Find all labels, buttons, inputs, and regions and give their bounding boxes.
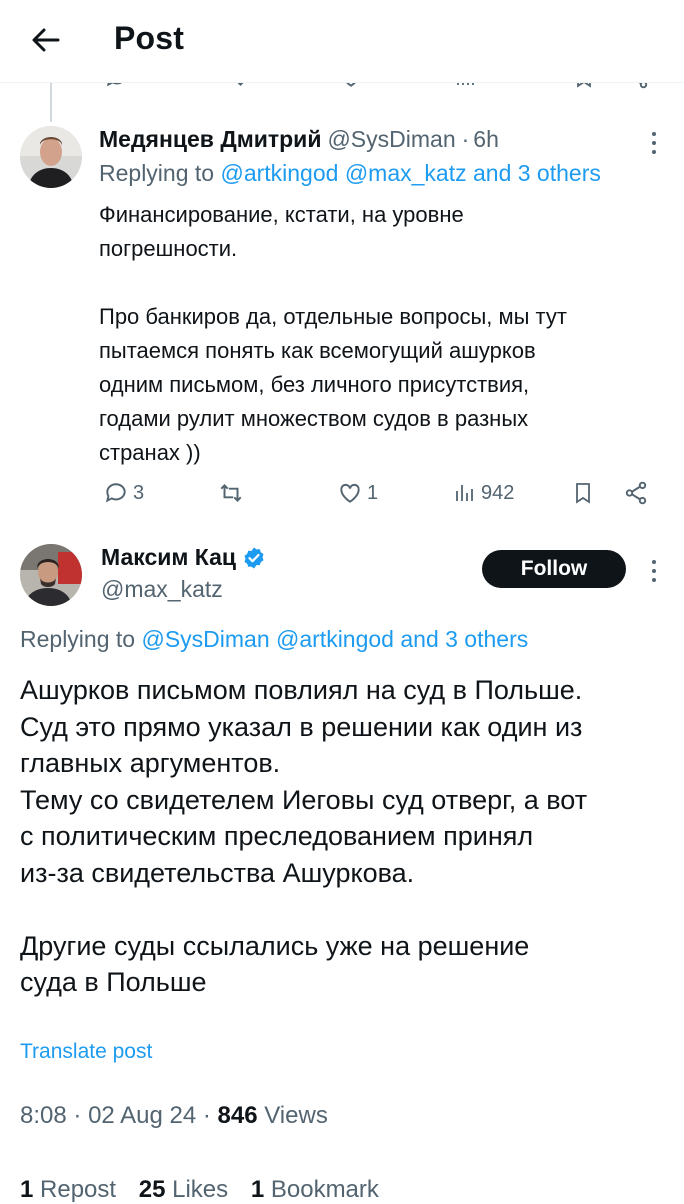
repost-action[interactable] <box>217 480 245 506</box>
handle[interactable]: @max_katz <box>101 576 223 603</box>
handle[interactable]: @SysDiman <box>327 126 455 152</box>
display-name[interactable]: Медянцев Дмитрий <box>99 126 321 152</box>
author-line: Максим Кац <box>101 544 266 571</box>
more-vertical-icon <box>652 560 656 582</box>
replying-to: Replying to @artkingod @max_katz and 3 o… <box>99 160 601 187</box>
tweet-text: Ашурков письмом повлиял на суд в Польше.… <box>20 675 588 997</box>
views-icon <box>456 485 473 501</box>
bookmark-icon <box>576 483 590 504</box>
heart-icon <box>340 483 360 503</box>
separator-dot: · <box>73 1102 89 1129</box>
back-button[interactable] <box>26 22 66 58</box>
bookmark-action[interactable] <box>571 480 595 506</box>
post-date[interactable]: 02 Aug 24 <box>88 1102 196 1129</box>
tweet-text: Финансирование, кстати, на уровне погреш… <box>99 202 567 465</box>
post-time[interactable]: 8:08 <box>20 1102 67 1129</box>
reply-count: 3 <box>133 481 145 504</box>
back-arrow-icon <box>32 28 60 52</box>
timestamp[interactable]: 6h <box>473 126 499 152</box>
bookmarks-count: 1 <box>250 1176 265 1203</box>
avatar[interactable] <box>20 544 82 606</box>
main-tweet: Максим Кац @max_katz Follow Replying to … <box>0 528 684 1203</box>
more-vertical-icon <box>652 132 656 154</box>
reposts-stat[interactable]: 1 Repost <box>20 1176 116 1203</box>
reply-icon <box>105 483 126 503</box>
replying-label: Replying to <box>20 626 136 652</box>
separator-dot: · <box>202 1102 218 1129</box>
separator-dot: · <box>461 126 470 152</box>
page-title: Post <box>114 20 185 56</box>
views-label: Views <box>264 1102 328 1129</box>
reposts-count: 1 <box>20 1176 34 1203</box>
avatar[interactable] <box>20 126 82 188</box>
share-icon <box>625 481 647 505</box>
bookmarks-stat[interactable]: 1 Bookmark <box>251 1176 379 1203</box>
display-name[interactable]: Максим Кац <box>101 544 236 571</box>
tweet-actions: 3 1 942 <box>99 480 659 510</box>
reposts-label: Repost <box>40 1176 117 1203</box>
replying-mentions[interactable]: @SysDiman @artkingod and 3 others <box>141 626 528 652</box>
top-bar: Post <box>0 0 684 83</box>
reply-tweet[interactable]: Медянцев Дмитрий @SysDiman · 6h Replying to… <box>0 98 684 528</box>
likes-label: Likes <box>172 1176 229 1203</box>
like-count: 1 <box>367 481 379 504</box>
user-photo-icon <box>20 126 82 188</box>
replying-mentions[interactable]: @artkingod @max_katz and 3 others <box>220 160 600 186</box>
likes-stat[interactable]: 25 Likes <box>139 1176 228 1203</box>
translate-post-link[interactable]: Translate post <box>20 1040 152 1064</box>
replying-to: Replying to @SysDiman @artkingod and 3 o… <box>20 626 528 653</box>
verified-badge-icon <box>244 547 264 568</box>
replying-label: Replying to <box>99 160 215 186</box>
views-count: 942 <box>481 481 515 504</box>
views-count: 846 <box>217 1102 258 1129</box>
views-action[interactable]: 942 <box>453 480 514 506</box>
tweet-meta: 8:08 · 02 Aug 24 · 846 Views <box>20 1102 328 1130</box>
reply-action[interactable]: 3 <box>103 480 144 506</box>
more-options-button[interactable] <box>644 556 664 586</box>
likes-count: 25 <box>138 1176 166 1203</box>
bookmarks-label: Bookmark <box>270 1176 379 1203</box>
like-action[interactable]: 1 <box>337 480 378 506</box>
share-action[interactable] <box>623 480 649 506</box>
repost-icon <box>220 484 242 502</box>
author-line: Медянцев Дмитрий @SysDiman · 6h <box>99 126 499 153</box>
user-photo-icon <box>20 544 82 606</box>
more-options-button[interactable] <box>644 128 664 158</box>
follow-button[interactable]: Follow <box>482 550 626 588</box>
